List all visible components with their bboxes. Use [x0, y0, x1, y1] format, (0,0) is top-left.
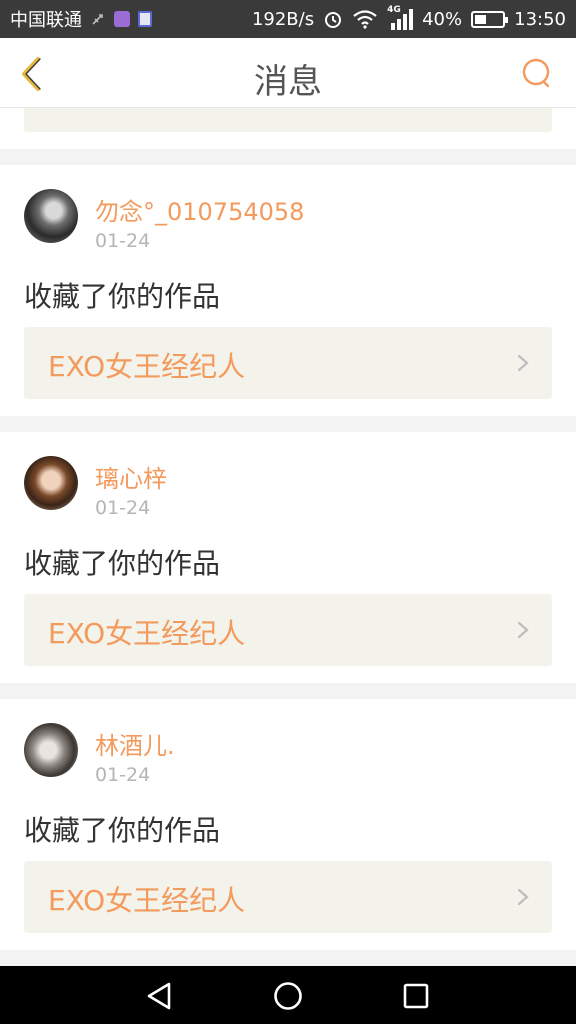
carrier-label: 中国联通 [10, 10, 82, 31]
gallery-app-icon [114, 11, 130, 27]
message-date: 01-24 [95, 497, 151, 519]
alarm-icon [325, 12, 342, 28]
username[interactable]: 勿念°_010754058 [95, 192, 304, 227]
nav-bar: 消息 [0, 38, 576, 108]
page-title: 消息 [254, 62, 322, 102]
chevron-right-icon [517, 621, 529, 639]
message-card: 林酒儿. 01-24 收藏了你的作品 EXO女王经纪人 [0, 699, 576, 950]
username[interactable]: 林酒儿. [95, 726, 175, 761]
work-title: EXO女王经纪人 [48, 884, 246, 917]
status-left: 中国联通 [10, 6, 152, 32]
work-link-partial[interactable] [24, 108, 552, 132]
avatar[interactable] [24, 456, 78, 510]
square-recent-icon[interactable] [400, 980, 432, 1012]
action-text: 收藏了你的作品 [24, 814, 221, 847]
triangle-back-icon[interactable] [143, 980, 175, 1012]
system-nav-bar [0, 966, 576, 1024]
clock: 13:50 [514, 8, 566, 30]
network-speed: 192B/s [251, 8, 315, 30]
avatar[interactable] [24, 189, 78, 243]
username[interactable]: 璃心梓 [95, 459, 167, 494]
battery-fill [475, 14, 486, 24]
message-date: 01-24 [95, 764, 151, 786]
work-title: EXO女王经纪人 [48, 617, 246, 650]
message-card: 勿念°_010754058 01-24 收藏了你的作品 EXO女王经纪人 [0, 165, 576, 416]
work-title: EXO女王经纪人 [48, 350, 246, 383]
signal-icon [391, 9, 414, 30]
action-text: 收藏了你的作品 [24, 547, 221, 580]
chevron-right-icon [517, 354, 529, 372]
status-right: 192B/s 4G 40% 13:50 [251, 5, 566, 30]
work-link[interactable]: EXO女王经纪人 [24, 327, 552, 399]
message-card-partial [0, 108, 576, 149]
search-icon[interactable] [520, 56, 554, 90]
chevron-right-icon [517, 888, 529, 906]
usb-icon [92, 14, 103, 25]
action-text: 收藏了你的作品 [24, 280, 221, 313]
wifi-icon [353, 10, 377, 29]
battery-icon [471, 10, 509, 28]
message-list[interactable]: 勿念°_010754058 01-24 收藏了你的作品 EXO女王经纪人 璃心梓… [0, 108, 576, 966]
message-card: 璃心梓 01-24 收藏了你的作品 EXO女王经纪人 [0, 432, 576, 683]
circle-home-icon[interactable] [272, 980, 304, 1012]
status-bar: 中国联通 192B/s 4G 40% 13:50 [0, 0, 576, 38]
notification-app-icon [138, 11, 152, 27]
battery-percent: 40% [422, 8, 463, 30]
avatar[interactable] [24, 723, 78, 777]
message-date: 01-24 [95, 230, 151, 252]
work-link[interactable]: EXO女王经纪人 [24, 594, 552, 666]
signal-group: 4G [387, 5, 414, 30]
work-link[interactable]: EXO女王经纪人 [24, 861, 552, 933]
